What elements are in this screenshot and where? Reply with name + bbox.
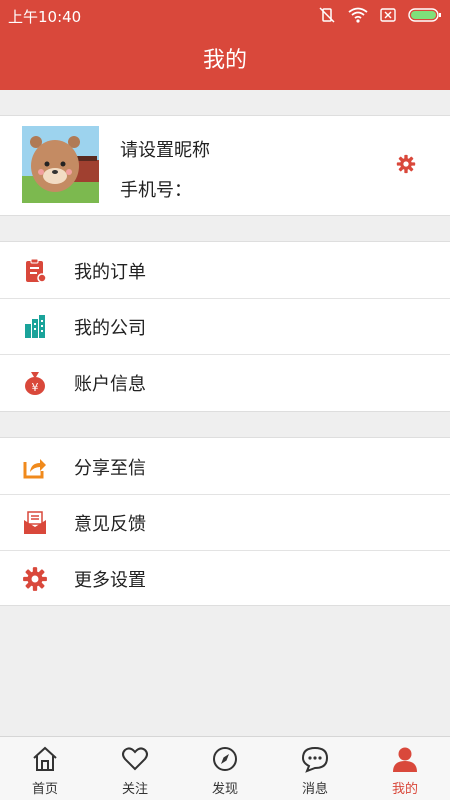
menu-item-my-orders[interactable]: 我的订单 [0, 242, 450, 298]
money-bag-icon: ¥ [25, 372, 45, 395]
menu-item-label: 分享至信 [74, 458, 146, 479]
menu-item-label: 更多设置 [74, 570, 146, 591]
menu-item-label: 我的公司 [74, 318, 146, 339]
menu-group-1: 我的订单 我的公司 ¥ 账户信息 [0, 241, 450, 412]
title-bar: 我的 [0, 32, 450, 90]
menu-item-feedback[interactable]: 意见反馈 [0, 494, 450, 550]
tab-discover[interactable]: 发现 [180, 737, 270, 800]
tab-follow[interactable]: 关注 [90, 737, 180, 800]
tab-messages[interactable]: 消息 [270, 737, 360, 800]
company-building-icon [25, 315, 45, 338]
heart-icon [122, 747, 148, 771]
nickname-text[interactable]: 请设置昵称 [120, 136, 210, 162]
tab-label: 首页 [31, 782, 58, 797]
menu-item-label: 账户信息 [74, 374, 146, 395]
compass-icon [213, 747, 237, 771]
tab-label: 消息 [301, 782, 328, 797]
menu-item-label: 意见反馈 [74, 514, 146, 535]
svg-text:¥: ¥ [32, 381, 39, 394]
menu-item-share[interactable]: 分享至信 [0, 438, 450, 494]
wifi-icon [348, 7, 368, 23]
status-bar: 上午10:40 [0, 0, 450, 32]
gear-icon [23, 567, 47, 591]
menu-group-2: 分享至信 意见反馈 更多设置 [0, 437, 450, 606]
phone-label: 手机号： [120, 180, 192, 201]
order-clipboard-icon [26, 258, 47, 283]
tab-label: 关注 [121, 782, 148, 797]
vibrate-off-icon [319, 7, 335, 23]
battery-icon [408, 8, 441, 22]
menu-item-more-settings[interactable]: 更多设置 [0, 550, 450, 606]
tab-mine[interactable]: 我的 [360, 737, 450, 800]
menu-item-account-info[interactable]: ¥ 账户信息 [0, 354, 450, 410]
status-time: 上午10:40 [8, 8, 82, 26]
feedback-mail-icon [24, 511, 46, 534]
sim-icon [380, 8, 396, 22]
home-icon [33, 746, 57, 771]
tab-label: 发现 [211, 782, 238, 797]
tab-home[interactable]: 首页 [0, 737, 90, 800]
bottom-nav: 首页 关注 发现 消息 我的 [0, 736, 450, 800]
menu-item-label: 我的订单 [74, 262, 146, 283]
tab-label: 我的 [391, 782, 418, 797]
message-icon [301, 746, 329, 773]
page-title: 我的 [202, 48, 247, 73]
avatar[interactable] [22, 126, 99, 203]
status-icons [318, 6, 442, 24]
profile-card[interactable]: 请设置昵称 手机号： [0, 115, 450, 216]
menu-item-my-company[interactable]: 我的公司 [0, 298, 450, 354]
profile-settings-icon[interactable] [396, 154, 416, 174]
person-icon [393, 747, 417, 772]
share-icon [23, 459, 46, 479]
